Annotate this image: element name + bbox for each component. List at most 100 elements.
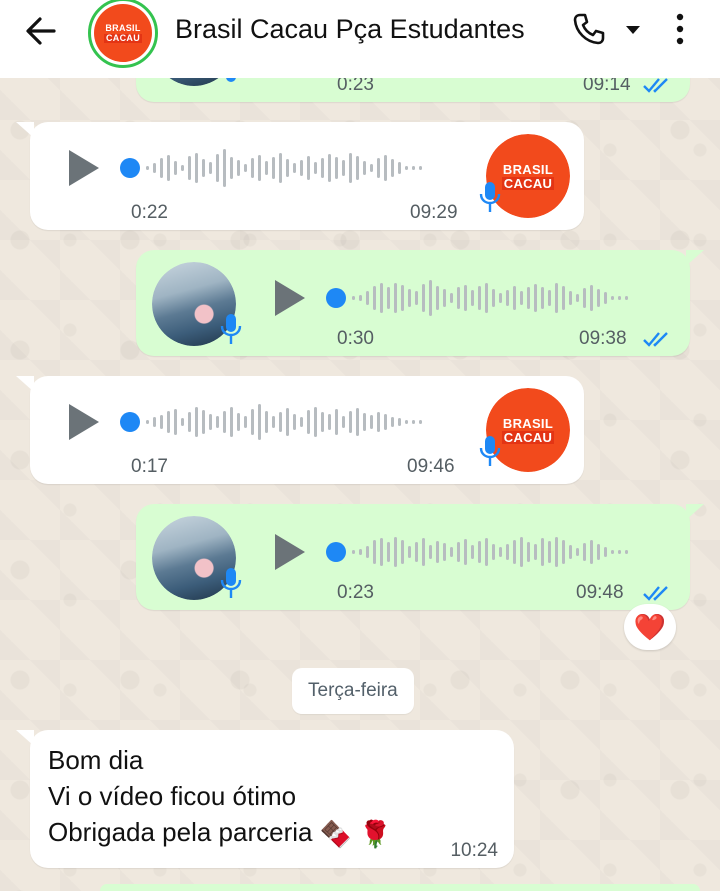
voice-waveform[interactable] bbox=[326, 278, 628, 318]
waveform-bar bbox=[520, 537, 523, 567]
waveform-bar bbox=[384, 414, 387, 430]
waveform-bar bbox=[286, 159, 289, 177]
caret-down-icon[interactable] bbox=[624, 24, 642, 36]
waveform-bar bbox=[478, 286, 481, 310]
voice-duration: 0:22 bbox=[131, 202, 168, 223]
waveform-bar bbox=[244, 164, 247, 172]
playback-position-dot[interactable] bbox=[326, 288, 346, 308]
waveform-bar bbox=[618, 550, 621, 554]
waveform-bar bbox=[258, 404, 261, 440]
waveform-bar bbox=[223, 411, 226, 433]
waveform-bar bbox=[401, 285, 404, 311]
waveform-bar bbox=[160, 415, 163, 429]
waveform-bar bbox=[492, 544, 495, 560]
waveform-bar bbox=[471, 545, 474, 559]
phone-icon[interactable] bbox=[572, 12, 606, 46]
waveform-bar bbox=[387, 287, 390, 309]
waveform-bar bbox=[314, 407, 317, 437]
waveform-bar bbox=[195, 153, 198, 183]
waveform-bar bbox=[202, 410, 205, 434]
chocolate-emoji: 🍫 bbox=[319, 819, 353, 850]
waveform-bar bbox=[307, 410, 310, 434]
waveform-bar bbox=[548, 290, 551, 306]
voice-message-out-3[interactable]: 0:23 09:48 bbox=[136, 504, 704, 610]
text-message-in[interactable]: Bom dia Vi o vídeo ficou ótimo Obrigada … bbox=[16, 730, 514, 868]
playback-position-dot[interactable] bbox=[326, 542, 346, 562]
play-icon[interactable] bbox=[272, 532, 308, 572]
waveform-bar bbox=[387, 542, 390, 562]
mic-icon bbox=[479, 182, 501, 212]
waveform-bar bbox=[251, 158, 254, 178]
voice-waveform[interactable] bbox=[120, 402, 422, 442]
waveform-bar bbox=[279, 153, 282, 183]
waveform-bar bbox=[209, 162, 212, 174]
waveform-bar bbox=[450, 547, 453, 557]
brand-logo: BRASIL CACAU bbox=[94, 4, 152, 62]
voice-message-in-2[interactable]: 0:17 09:46 BRASIL CACAU bbox=[16, 376, 584, 484]
waveform-bar bbox=[429, 280, 432, 316]
waveform-bar bbox=[555, 283, 558, 313]
waveform-bar bbox=[499, 293, 502, 303]
waveform-bar bbox=[419, 166, 422, 170]
play-icon[interactable] bbox=[272, 278, 308, 318]
waveform-bar bbox=[321, 158, 324, 178]
play-icon[interactable] bbox=[66, 148, 102, 188]
waveform-bar bbox=[415, 291, 418, 305]
contact-avatar[interactable]: BRASIL CACAU bbox=[88, 0, 158, 68]
waveform-bar bbox=[415, 542, 418, 562]
waveform-bar bbox=[513, 286, 516, 310]
playback-position-dot[interactable] bbox=[120, 158, 140, 178]
waveform-bar bbox=[391, 159, 394, 177]
waveform-bar bbox=[335, 157, 338, 179]
chat-header: BRASIL CACAU Brasil Cacau Pça Estudantes bbox=[0, 0, 720, 78]
waveform-bar bbox=[457, 287, 460, 309]
message-time: 10:24 bbox=[450, 840, 498, 861]
waveform-bar bbox=[352, 550, 355, 554]
arrow-left-icon[interactable] bbox=[22, 14, 62, 48]
waveform-bar bbox=[174, 409, 177, 435]
voice-message-out-2[interactable]: 0:30 09:38 bbox=[136, 250, 704, 356]
waveform-bar bbox=[181, 165, 184, 171]
waveform-bar bbox=[366, 291, 369, 305]
waveform-bar bbox=[237, 413, 240, 431]
message-time: 09:46 bbox=[407, 456, 455, 477]
waveform-bar bbox=[335, 409, 338, 435]
playback-position-dot[interactable] bbox=[120, 412, 140, 432]
read-ticks-icon bbox=[643, 78, 668, 93]
read-ticks-icon bbox=[643, 332, 668, 347]
waveform-bar bbox=[146, 420, 149, 424]
waveform-bar bbox=[293, 414, 296, 430]
message-line-with-emoji: Obrigada pela parceria 🍫 🌹 bbox=[48, 814, 496, 850]
waveform-bar bbox=[153, 163, 156, 173]
more-vertical-icon[interactable] bbox=[668, 12, 692, 46]
voice-waveform[interactable] bbox=[120, 148, 422, 188]
waveform-bar bbox=[611, 296, 614, 300]
waveform-bar bbox=[188, 412, 191, 432]
heart-reaction-icon[interactable]: ❤️ bbox=[624, 604, 676, 650]
waveform-bar bbox=[349, 411, 352, 433]
waveform-bar bbox=[160, 158, 163, 178]
waveform-bar bbox=[604, 292, 607, 304]
waveform-bar bbox=[520, 291, 523, 305]
waveform-bar bbox=[272, 416, 275, 428]
waveform-bar bbox=[485, 283, 488, 313]
waveform-bar bbox=[209, 414, 212, 430]
next-message-edge bbox=[100, 884, 700, 891]
waveform-bar bbox=[541, 287, 544, 309]
voice-waveform[interactable] bbox=[326, 532, 628, 572]
waveform-bar bbox=[146, 166, 149, 170]
waveform-bar bbox=[356, 408, 359, 436]
play-icon[interactable] bbox=[66, 402, 102, 442]
waveform-bar bbox=[251, 409, 254, 435]
waveform-bar bbox=[188, 156, 191, 180]
waveform-bar bbox=[548, 541, 551, 563]
waveform-bar bbox=[363, 161, 366, 175]
waveform-bar bbox=[202, 159, 205, 177]
date-separator: Terça-feira bbox=[292, 668, 414, 714]
waveform-bar bbox=[506, 290, 509, 306]
waveform-bar bbox=[625, 550, 628, 554]
voice-message-in-1[interactable]: 0:22 09:29 BRASIL CACAU bbox=[16, 122, 584, 230]
waveform-bar bbox=[597, 544, 600, 560]
contact-name[interactable]: Brasil Cacau Pça Estudantes bbox=[175, 14, 525, 45]
waveform-bar bbox=[377, 412, 380, 432]
